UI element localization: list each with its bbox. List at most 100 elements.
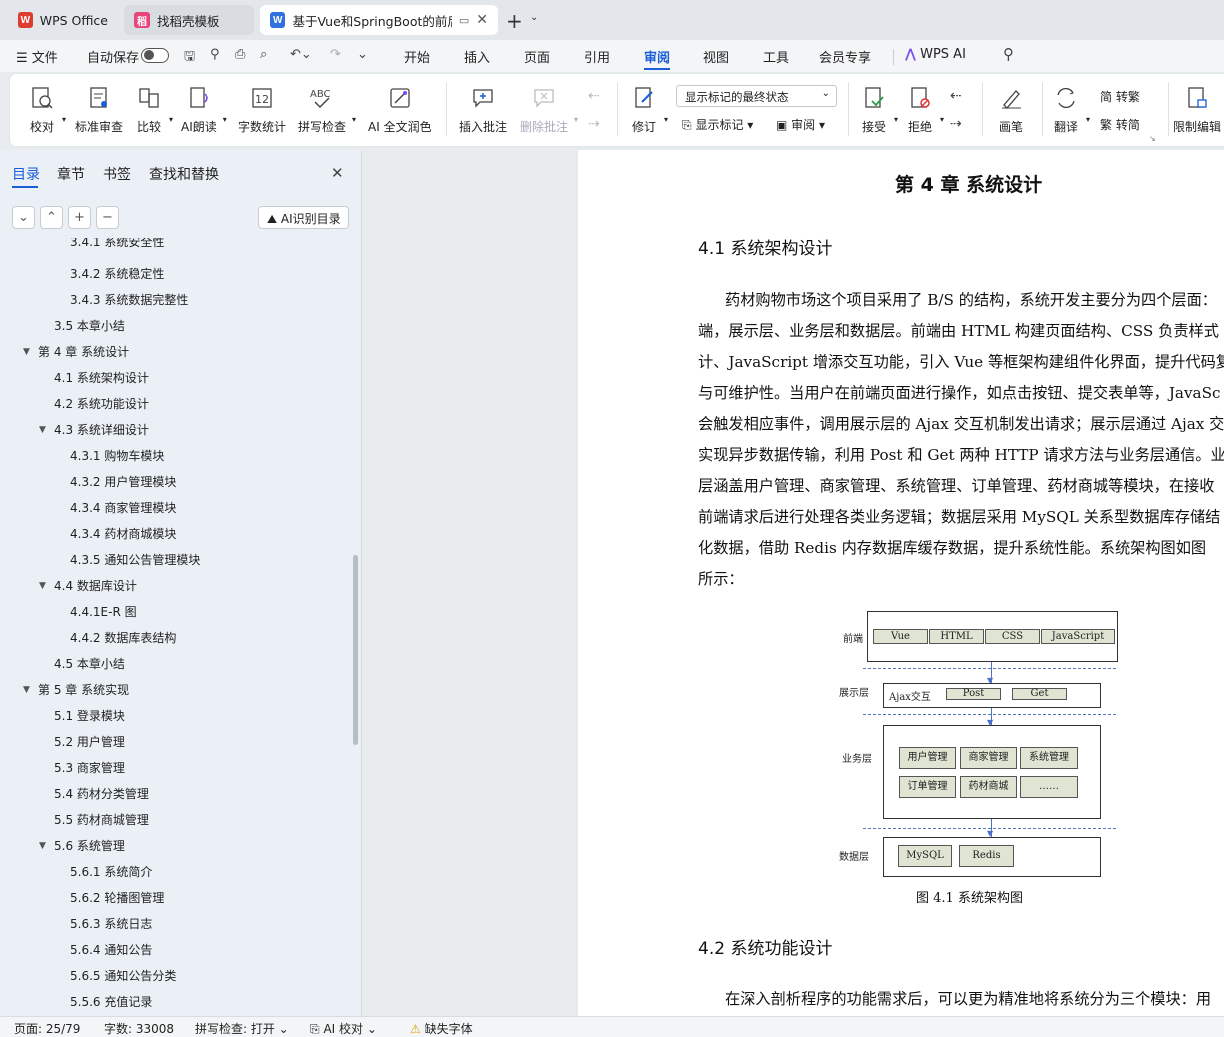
dialog-launcher-icon[interactable]: ↘ [1149,134,1156,143]
toc-item[interactable]: 4.5 本章小结 [54,654,125,674]
toc-item[interactable]: 4.2 系统功能设计 [54,394,149,414]
markup-display-select[interactable]: 显示标记的最终状态 ⌄ [676,85,837,107]
close-tab-icon[interactable]: ✕ [476,12,488,28]
to-traditional-button[interactable]: 简 转繁 [1100,88,1140,105]
toc-item[interactable]: 5.3 商家管理 [54,758,125,778]
toc-item[interactable]: 5.2 用户管理 [54,732,125,752]
tab-list-chevron-icon[interactable]: ⌄ [530,12,538,23]
toc-item[interactable]: 4.3.4 商家管理模块 [70,498,176,518]
autosave-toggle[interactable] [141,48,169,63]
toc-item[interactable]: 5.5 药材商城管理 [54,810,149,830]
compare-button[interactable]: 比较 ▾ [135,74,173,144]
share-icon[interactable]: ⚲ [210,47,220,62]
toc-item[interactable]: ▼ 4.4 数据库设计 [39,576,137,596]
menu-insert[interactable]: 插入 [464,47,490,66]
standard-review-button[interactable]: 标准审查 [75,74,123,144]
tab-sections[interactable]: 章节 [57,164,85,184]
ai-polish-button[interactable]: AI 全文润色 [368,74,432,144]
toc-item[interactable]: 5.6.1 系统简介 [70,862,152,882]
toc-item[interactable]: 4.3.1 购物车模块 [70,446,164,466]
review-pane-button[interactable]: ▣ 审阅 ▾ [776,116,825,133]
print-preview-icon[interactable]: ⌕ [260,47,267,62]
revise-button[interactable]: 修订 ▾ [630,74,668,144]
restrict-edit-button[interactable]: 限制编辑 [1173,74,1221,144]
missing-font-status[interactable]: ⚠ 缺失字体 [410,1020,473,1037]
menu-page[interactable]: 页面 [524,47,550,66]
toc-item-chapter-4[interactable]: ▼ 第 4 章 系统设计 [23,342,129,362]
pen-button[interactable]: 画笔 [997,74,1025,144]
menu-home[interactable]: 开始 [404,47,430,66]
tab-find-replace[interactable]: 查找和替换 [149,164,219,184]
tab-wps-office[interactable]: W WPS Office [8,5,118,35]
new-tab-icon[interactable]: + [506,9,523,33]
more-chevron-icon[interactable]: ⌄ [357,47,368,62]
prev-revision-icon[interactable]: ⇠ [950,88,962,104]
toc-item[interactable]: 4.4.1E-R 图 [70,602,137,622]
page-indicator[interactable]: 页面: 25/79 [14,1020,80,1037]
menu-member[interactable]: 会员专享 [819,47,871,66]
translate-button[interactable]: 翻译 ▾ [1052,74,1090,144]
search-icon[interactable]: ⚲ [1003,45,1014,63]
toc-item[interactable]: 5.4 药材分类管理 [54,784,149,804]
close-pane-icon[interactable]: ✕ [331,164,344,182]
toc-item[interactable]: 4.3.5 通知公告管理模块 [70,550,200,570]
ai-toc-button[interactable]: ⛰ AI识别目录 [258,206,349,229]
toc-item[interactable]: 5.6.5 通知公告分类 [70,966,176,986]
spell-check-button[interactable]: ABC 拼写检查 ▾ [298,74,356,144]
expanded-arrow-icon[interactable]: ▼ [39,576,46,596]
next-revision-icon[interactable]: ⇢ [950,116,962,132]
expanded-arrow-icon[interactable]: ▼ [39,836,46,856]
toc-item[interactable]: 4.3.4 药材商城模块 [70,524,176,544]
menu-reference[interactable]: 引用 [584,47,610,66]
menu-view[interactable]: 视图 [703,47,729,66]
toc-item-chapter-5[interactable]: ▼ 第 5 章 系统实现 [23,680,129,700]
toc-item[interactable]: 5.1 登录模块 [54,706,125,726]
save-icon[interactable]: 🖫 [184,47,195,69]
print-icon[interactable]: ⎙ [235,47,245,62]
tab-template[interactable]: 稻 找稻壳模板 [124,5,254,35]
word-count-button[interactable]: 12 字数统计 [238,74,286,144]
expanded-arrow-icon[interactable]: ▼ [23,680,30,700]
toc-item[interactable]: 5.6.4 通知公告 [70,940,152,960]
ai-read-button[interactable]: AI朗读 ▾ [181,74,227,144]
tab-bookmarks[interactable]: 书签 [103,164,131,184]
accept-button[interactable]: 接受 ▾ [860,74,898,144]
redo-icon[interactable]: ↷ [330,47,341,62]
next-comment-icon[interactable]: ⇢ [588,116,600,132]
toc-item[interactable]: 3.4.3 系统数据完整性 [70,290,188,310]
tab-toc[interactable]: 目录 [12,164,40,184]
ai-proof-status[interactable]: ⎘ AI 校对 ⌄ [310,1020,377,1037]
expand-down-icon[interactable]: ⌄ [12,206,35,229]
show-markup-button[interactable]: ⎘ 显示标记 ▾ [682,116,753,133]
wps-ai-button[interactable]: ⋀ WPS AI [905,47,966,62]
toc-item[interactable]: 4.3.2 用户管理模块 [70,472,176,492]
remove-heading-icon[interactable]: − [96,206,119,229]
toc-item[interactable]: ▼ 4.3 系统详细设计 [39,420,149,440]
toc-item[interactable]: 4.1 系统架构设计 [54,368,149,388]
document-page[interactable]: 第 4 章 系统设计 4.1 系统架构设计 药材购物市场这个项目采用了 B/S … [578,150,1224,1016]
reject-button[interactable]: 拒绝 ▾ [906,74,944,144]
collapse-up-icon[interactable]: ⌃ [40,206,63,229]
tab-document[interactable]: W 基于Vue和SpringBoot的前后 ▭ ✕ [260,5,498,35]
monitor-icon[interactable]: ▭ [459,14,469,27]
toc-item[interactable]: 4.4.2 数据库表结构 [70,628,176,648]
toc-item[interactable]: ▼ 5.6 系统管理 [39,836,125,856]
proof-button[interactable]: 校对 ▾ [28,74,66,144]
add-heading-icon[interactable]: + [68,206,91,229]
toc-item[interactable]: 3.5 本章小结 [54,316,125,336]
undo-icon[interactable]: ↶⌄ [290,47,312,62]
toc-item[interactable]: 3.4.2 系统稳定性 [70,264,164,284]
spell-check-status[interactable]: 拼写检查: 打开 ⌄ [195,1020,289,1037]
file-menu[interactable]: ☰ 文件 [16,47,58,66]
toc-item[interactable]: 5.6.2 轮播图管理 [70,888,164,908]
toc-item[interactable]: 5.5.6 充值记录 [70,992,152,1012]
insert-comment-button[interactable]: 插入批注 [459,74,507,144]
toc-item[interactable]: 3.4.1 系统安全性 [70,238,164,250]
menu-tools[interactable]: 工具 [763,47,789,66]
to-simplified-button[interactable]: 繁 转简 [1100,116,1140,133]
expanded-arrow-icon[interactable]: ▼ [39,420,46,440]
word-count-status[interactable]: 字数: 33008 [104,1020,174,1037]
menu-review[interactable]: 审阅 [644,47,670,66]
toc-item[interactable]: 5.6.3 系统日志 [70,914,152,934]
expanded-arrow-icon[interactable]: ▼ [23,342,30,362]
